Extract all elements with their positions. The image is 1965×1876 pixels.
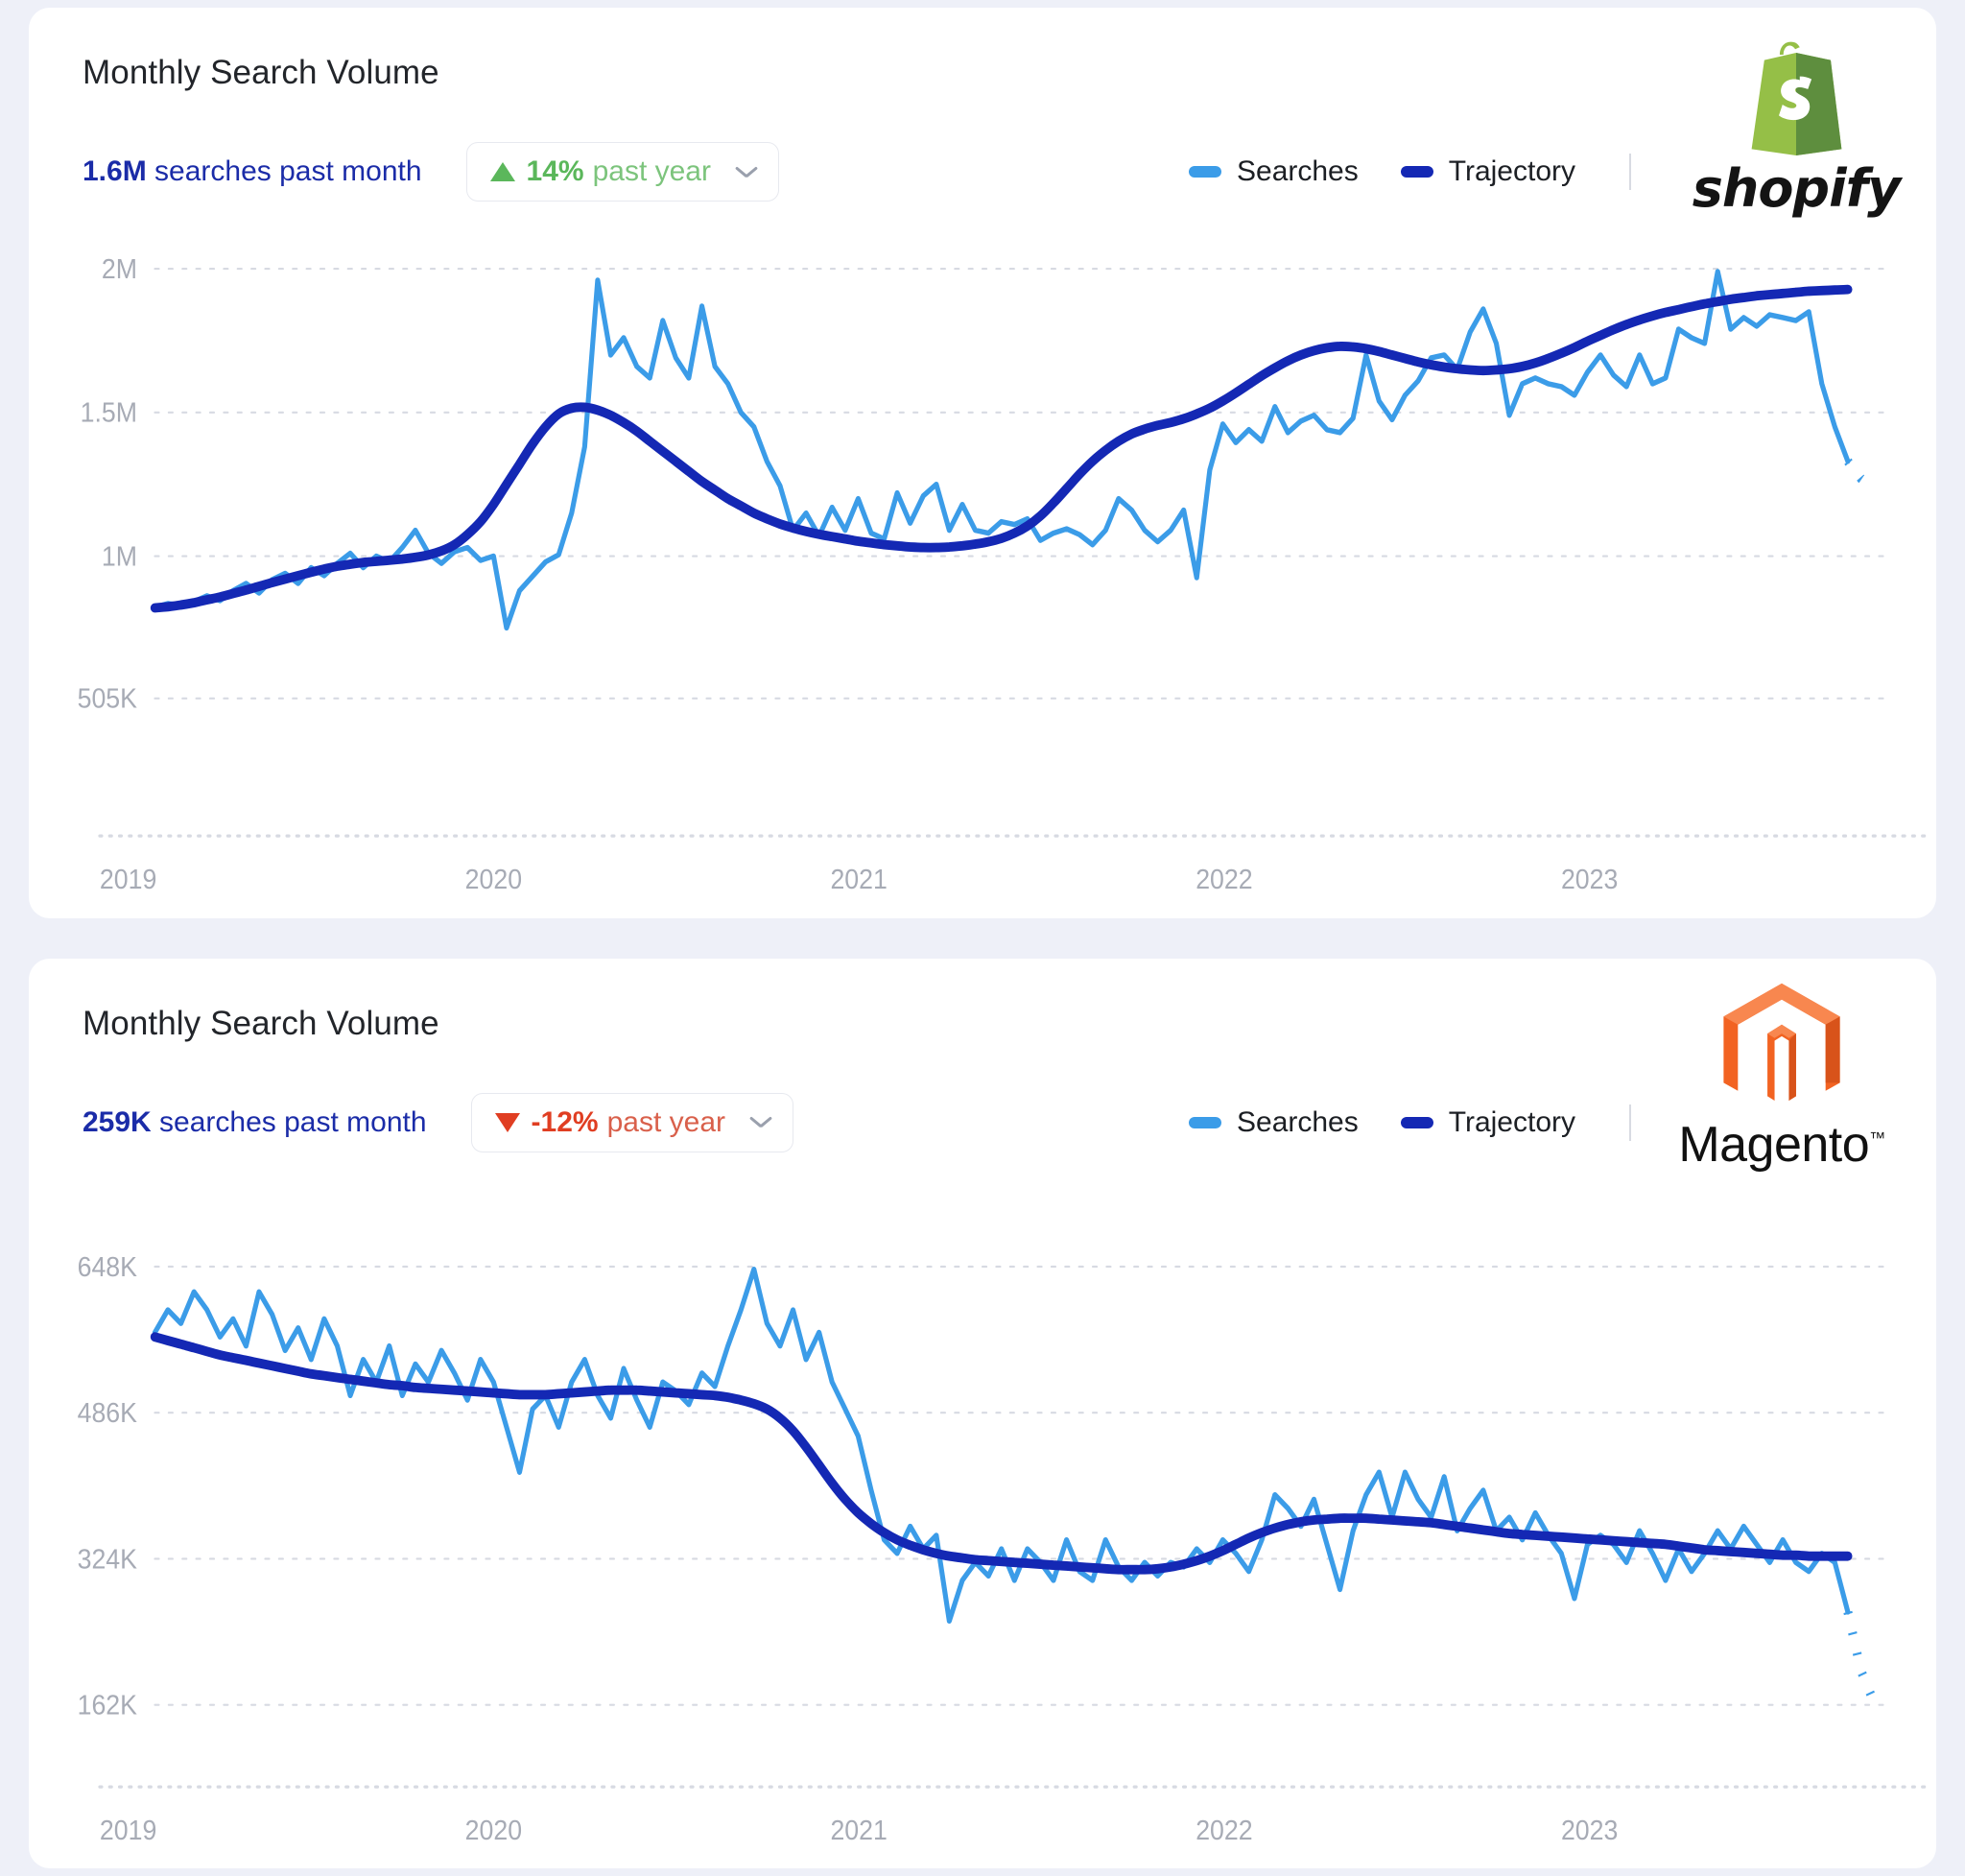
chevron-down-icon[interactable] [750,1116,771,1128]
legend-swatch-searches [1189,1116,1221,1128]
magento-wordmark: Magento™ [1678,1116,1885,1174]
page-title: Monthly Search Volume [83,54,439,91]
x-axis-tick-label: 2022 [1196,1815,1252,1845]
legend-divider [1629,154,1631,190]
x-axis-tick-label: 2019 [100,1815,156,1845]
search-volume-stat: 259K searches past month [83,1106,427,1139]
legend-label-trajectory: Trajectory [1448,155,1575,187]
legend-item-searches[interactable]: Searches [1189,155,1359,188]
legend-item-searches[interactable]: Searches [1189,1106,1359,1139]
y-axis-tick-label: 648K [78,1251,138,1282]
chevron-down-icon[interactable] [736,166,757,178]
chart-legend: Searches Trajectory [1189,1104,1631,1141]
x-axis-tick-label: 2023 [1561,1815,1618,1845]
legend-label-searches: Searches [1237,155,1359,187]
legend-swatch-trajectory [1400,1116,1433,1128]
series-line-searches [152,269,1851,631]
trend-percent: -12% [531,1105,599,1138]
legend-swatch-trajectory [1400,166,1433,178]
shopify-wordmark: shopify [1692,158,1902,219]
trend-period: past year [592,155,711,187]
trend-badge[interactable]: -12% past year [470,1092,793,1152]
trend-down-icon [494,1112,520,1132]
y-axis-tick-label: 2M [102,253,137,284]
stat-value: 259K [83,1105,152,1138]
search-volume-chart-shopify: 2M 1.5M 1M 505K 2019 2020 2021 2022 2023 [29,246,1936,918]
dashboard-page: Monthly Search Volume 1.6M searches past… [0,0,1965,1876]
series-line-searches-forecast [1844,458,1877,493]
stat-suffix: searches past month [151,1105,427,1138]
magento-wordmark-text: Magento [1678,1116,1870,1173]
legend-divider [1629,1104,1631,1141]
x-axis-tick-label: 2021 [830,864,887,894]
y-axis-tick-label: 324K [78,1543,138,1574]
trademark-symbol: ™ [1869,1128,1885,1148]
y-axis-tick-label: 505K [78,683,138,714]
trend-period: past year [606,1105,725,1138]
magento-hex-icon [1723,983,1840,1101]
legend-swatch-searches [1189,166,1221,178]
y-axis-tick-label: 486K [78,1397,138,1428]
search-volume-card-shopify: Monthly Search Volume 1.6M searches past… [29,8,1936,918]
shopify-bag-icon [1751,41,1842,156]
page-title: Monthly Search Volume [83,1004,439,1042]
trend-badge[interactable]: 14% past year [465,142,779,202]
x-axis-tick-label: 2020 [465,1815,522,1845]
legend-label-trajectory: Trajectory [1448,1105,1575,1138]
stat-value: 1.6M [83,155,147,187]
series-line-trajectory [150,284,1853,613]
x-axis-tick-label: 2020 [465,864,522,894]
card-meta-row: 259K searches past month -12% past year … [83,1092,1882,1152]
trend-percent: 14% [526,155,584,187]
y-axis-tick-label: 162K [78,1689,138,1720]
x-axis-tick-label: 2022 [1196,864,1252,894]
legend-item-trajectory[interactable]: Trajectory [1400,1105,1575,1139]
trend-up-icon [489,162,515,181]
x-axis-tick-label: 2021 [830,1815,887,1845]
series-line-searches [152,1266,1851,1624]
x-axis-tick-label: 2023 [1561,864,1618,894]
y-axis-tick-label: 1.5M [81,397,137,428]
series-line-searches-forecast [1843,1610,1879,1704]
card-meta-row: 1.6M searches past month 14% past year S… [83,142,1882,202]
series-line-trajectory [150,1331,1853,1575]
y-axis-tick-label: 1M [102,541,137,572]
stat-suffix: searches past month [146,155,422,187]
search-volume-chart-magento: 648K 486K 324K 162K 2019 2020 2021 2022 2023 [29,1197,1936,1869]
legend-label-searches: Searches [1237,1105,1359,1138]
search-volume-card-magento: Monthly Search Volume 259K searches past… [29,958,1936,1869]
shopify-logo: shopify [1693,36,1901,219]
x-axis-tick-label: 2019 [100,864,156,894]
chart-legend: Searches Trajectory [1189,154,1631,190]
search-volume-stat: 1.6M searches past month [83,155,422,188]
magento-logo: Magento™ [1671,982,1892,1174]
legend-item-trajectory[interactable]: Trajectory [1400,155,1575,188]
